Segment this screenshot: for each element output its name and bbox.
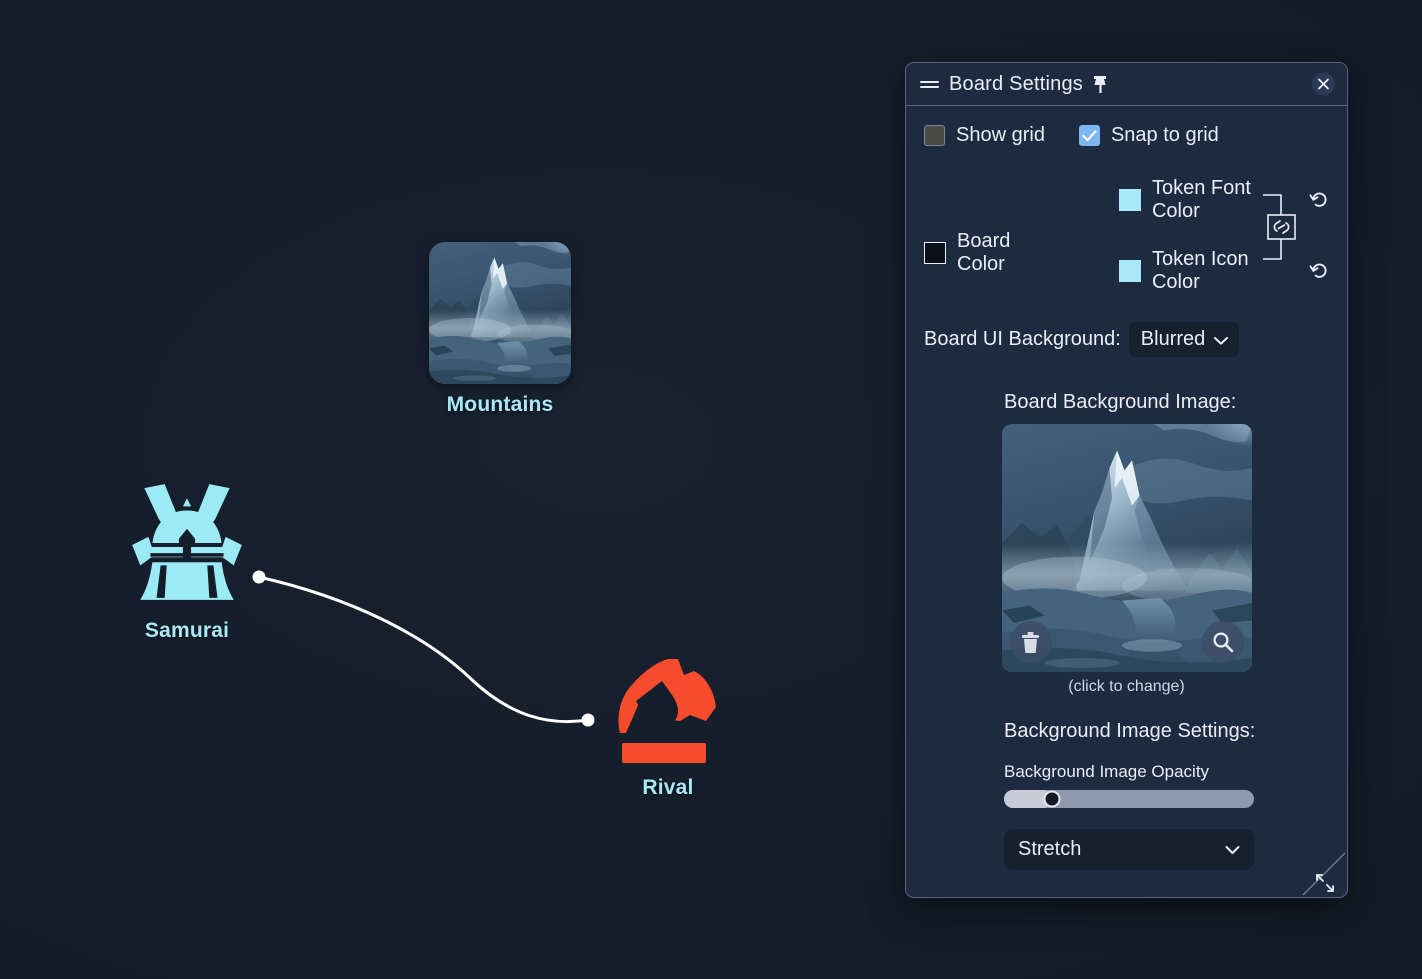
pin-icon[interactable] xyxy=(1092,75,1109,94)
samurai-helmet-icon xyxy=(132,484,242,600)
token-font-color-swatch[interactable] xyxy=(1118,189,1141,211)
token-samurai[interactable]: Samurai xyxy=(122,480,252,643)
mountain-landscape-image xyxy=(429,242,571,384)
board-color-swatch[interactable] xyxy=(924,241,946,264)
token-samurai-label: Samurai xyxy=(144,619,230,642)
panel-header[interactable]: Board Settings xyxy=(906,63,1347,106)
preview-background-image-button[interactable] xyxy=(1201,621,1244,663)
connector-endpoint-start xyxy=(252,570,266,584)
panel-body: Show grid Snap to grid Board Color Token… xyxy=(906,106,1347,897)
token-rival-art[interactable] xyxy=(606,655,730,767)
show-grid-label: Show grid xyxy=(956,124,1045,146)
token-rival[interactable]: Rival xyxy=(606,655,730,800)
board-ui-background-row: Board UI Background: Blurred xyxy=(924,322,1329,357)
board-color-row: Board Color xyxy=(924,230,1061,276)
close-button[interactable] xyxy=(1312,72,1335,96)
board-settings-panel[interactable]: Board Settings Show grid Snap to grid Bo… xyxy=(905,62,1348,898)
show-grid-checkbox[interactable] xyxy=(924,125,945,146)
snap-to-grid-checkbox[interactable] xyxy=(1078,125,1100,146)
delete-background-image-button[interactable] xyxy=(1009,621,1052,663)
token-font-color-reset-icon[interactable] xyxy=(1309,190,1329,210)
panel-title: Board Settings xyxy=(949,72,1083,95)
board-background-image-preview[interactable] xyxy=(1001,424,1252,672)
board-ui-background-value: Blurred xyxy=(1140,328,1206,350)
board-color-label: Board Color xyxy=(957,229,1011,275)
token-rival-label: Rival xyxy=(642,776,694,799)
snap-to-grid-label: Snap to grid xyxy=(1110,124,1219,146)
board-background-image-section: Board Background Image: (click to change… xyxy=(924,391,1329,696)
board-ui-background-select[interactable]: Blurred xyxy=(1128,322,1240,357)
token-mountains[interactable]: Mountains xyxy=(429,242,571,417)
background-image-settings-title: Background Image Settings: xyxy=(1004,720,1256,742)
board-ui-background-label: Board UI Background: xyxy=(924,328,1121,350)
link-colors-toggle[interactable] xyxy=(1259,189,1305,265)
token-mountains-art[interactable] xyxy=(429,242,571,384)
chevron-down-icon xyxy=(1214,328,1229,351)
token-samurai-art[interactable] xyxy=(122,480,252,610)
token-mountains-label: Mountains xyxy=(446,393,554,416)
board-background-image-title: Board Background Image: xyxy=(1004,391,1237,413)
color-settings-block: Board Color Token Font Color Token Icon … xyxy=(924,177,1329,294)
opacity-slider-thumb[interactable] xyxy=(1043,790,1060,808)
connector-endpoint-end xyxy=(581,713,595,727)
panel-drag-handle-icon[interactable] xyxy=(920,78,939,91)
connector-path xyxy=(257,575,590,724)
background-image-fit-value: Stretch xyxy=(1018,838,1082,860)
chess-knight-icon xyxy=(618,659,716,763)
grid-options-row: Show grid Snap to grid xyxy=(924,124,1329,147)
token-icon-color-swatch[interactable] xyxy=(1118,260,1141,282)
background-image-hint: (click to change) xyxy=(1068,678,1185,695)
background-image-fit-select[interactable]: Stretch xyxy=(1004,829,1254,870)
token-icon-color-reset-icon[interactable] xyxy=(1309,261,1329,281)
chevron-down-icon xyxy=(1225,838,1240,861)
panel-resize-handle[interactable] xyxy=(1301,851,1347,897)
background-image-opacity-slider[interactable] xyxy=(1004,790,1254,808)
background-image-opacity-label: Background Image Opacity xyxy=(1004,762,1210,781)
